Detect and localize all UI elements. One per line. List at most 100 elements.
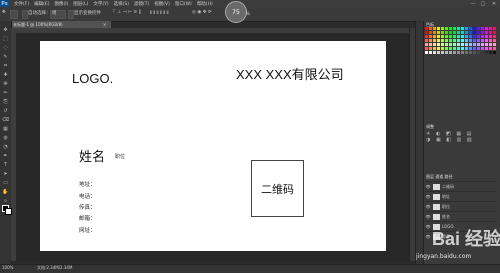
hand-tool-icon[interactable]: ✋ xyxy=(2,188,9,195)
color-swatch[interactable] xyxy=(489,39,492,42)
color-swatch[interactable] xyxy=(469,35,472,38)
color-swatch[interactable] xyxy=(441,51,444,54)
color-swatch[interactable] xyxy=(437,31,440,34)
color-swatch[interactable] xyxy=(461,27,464,30)
adjustments-tab[interactable]: 调整 xyxy=(426,124,434,130)
color-swatch[interactable] xyxy=(477,39,480,42)
color-swatch[interactable] xyxy=(477,47,480,50)
color-swatch[interactable] xyxy=(425,27,428,30)
color-swatch[interactable] xyxy=(473,31,476,34)
color-swatch[interactable] xyxy=(477,43,480,46)
color-swatch[interactable] xyxy=(489,51,492,54)
visibility-icon[interactable]: 👁 xyxy=(425,194,431,199)
color-swatch[interactable] xyxy=(449,47,452,50)
color-swatch[interactable] xyxy=(465,43,468,46)
color-swatch[interactable] xyxy=(429,43,432,46)
color-swatch[interactable] xyxy=(445,39,448,42)
color-swatch[interactable] xyxy=(449,35,452,38)
color-swatch[interactable] xyxy=(425,47,428,50)
adjustment-icons[interactable]: ☀ ◐ ◩ ▦ ▤ ◑ ▣ ◧ ▥ ▧ xyxy=(426,131,496,153)
color-swatch[interactable] xyxy=(453,47,456,50)
color-swatch[interactable] xyxy=(457,35,460,38)
adjustment-icon-row[interactable]: ☀ ◐ ◩ ▦ ▤ ◑ ▣ ◧ ▥ ▧ xyxy=(426,131,474,143)
dodge-tool-icon[interactable]: ◔ xyxy=(2,143,9,150)
close-window-button[interactable]: ✕ xyxy=(489,0,499,7)
align-buttons[interactable]: ⊤ ⊥ ⊣ ⊢ ≡ ‖ xyxy=(112,10,141,15)
layer-row[interactable]: 👁 地址 xyxy=(425,191,497,201)
color-swatch[interactable] xyxy=(461,39,464,42)
color-swatch[interactable] xyxy=(437,43,440,46)
color-swatch[interactable] xyxy=(449,39,452,42)
quick-select-tool-icon[interactable]: ✎ xyxy=(2,53,9,60)
layer-row[interactable]: 👁 二维码 xyxy=(425,181,497,191)
color-swatch[interactable] xyxy=(493,31,496,34)
color-swatch[interactable] xyxy=(425,39,428,42)
color-swatch[interactable] xyxy=(453,31,456,34)
color-swatch[interactable] xyxy=(465,27,468,30)
color-swatch[interactable] xyxy=(461,35,464,38)
color-swatch[interactable] xyxy=(437,27,440,30)
color-swatch[interactable] xyxy=(469,47,472,50)
color-swatch[interactable] xyxy=(433,51,436,54)
lasso-tool-icon[interactable]: ◌ xyxy=(2,44,9,51)
color-swatch[interactable] xyxy=(489,43,492,46)
color-swatch[interactable] xyxy=(425,51,428,54)
color-swatch[interactable] xyxy=(445,31,448,34)
color-swatch[interactable] xyxy=(437,39,440,42)
color-swatch[interactable] xyxy=(465,39,468,42)
color-swatch[interactable] xyxy=(445,35,448,38)
color-swatch[interactable] xyxy=(469,31,472,34)
color-swatch[interactable] xyxy=(469,51,472,54)
type-tool-icon[interactable]: T xyxy=(2,161,9,168)
tool-preset-dropdown[interactable] xyxy=(10,10,18,19)
path-select-tool-icon[interactable]: ➤ xyxy=(2,170,9,177)
marquee-tool-icon[interactable]: ⬚ xyxy=(2,35,9,42)
color-swatch[interactable] xyxy=(465,47,468,50)
color-swatch[interactable] xyxy=(493,47,496,50)
move-tool-icon[interactable]: ✥ xyxy=(2,10,6,15)
color-swatch[interactable] xyxy=(477,35,480,38)
color-swatch[interactable] xyxy=(473,27,476,30)
eyedropper-tool-icon[interactable]: ✚ xyxy=(2,71,9,78)
color-swatch[interactable] xyxy=(429,39,432,42)
visibility-icon[interactable]: 👁 xyxy=(425,184,431,189)
color-swatch[interactable] xyxy=(469,27,472,30)
visibility-icon[interactable]: 👁 xyxy=(425,224,431,229)
gradient-tool-icon[interactable]: ▦ xyxy=(2,125,9,132)
color-swatch[interactable] xyxy=(445,51,448,54)
color-swatch[interactable] xyxy=(429,47,432,50)
color-swatch[interactable] xyxy=(477,31,480,34)
color-swatch[interactable] xyxy=(485,31,488,34)
color-swatch[interactable] xyxy=(433,31,436,34)
move-tool-icon[interactable]: ✥ xyxy=(2,26,9,33)
color-swatch[interactable] xyxy=(473,39,476,42)
color-swatch[interactable] xyxy=(473,47,476,50)
color-swatch[interactable] xyxy=(437,51,440,54)
color-swatch[interactable] xyxy=(457,51,460,54)
color-swatch[interactable] xyxy=(457,47,460,50)
color-swatch[interactable] xyxy=(429,35,432,38)
color-swatch[interactable] xyxy=(481,31,484,34)
color-swatch[interactable] xyxy=(441,31,444,34)
color-swatch[interactable] xyxy=(445,27,448,30)
color-swatch[interactable] xyxy=(461,43,464,46)
color-swatch[interactable] xyxy=(457,31,460,34)
color-swatch[interactable] xyxy=(453,43,456,46)
shape-tool-icon[interactable]: ▭ xyxy=(2,179,9,186)
color-swatch[interactable] xyxy=(449,27,452,30)
color-swatch[interactable] xyxy=(445,43,448,46)
layers-panel-tabs[interactable]: 图层 通道 路径 xyxy=(426,174,453,180)
color-swatch[interactable] xyxy=(429,31,432,34)
color-swatch[interactable] xyxy=(477,27,480,30)
color-swatch[interactable] xyxy=(457,39,460,42)
color-swatch[interactable] xyxy=(485,39,488,42)
color-swatch[interactable] xyxy=(481,35,484,38)
visibility-icon[interactable]: 👁 xyxy=(425,214,431,219)
color-swatch[interactable] xyxy=(437,47,440,50)
menu-type[interactable]: 文字(Y) xyxy=(93,1,108,7)
minimize-button[interactable]: — xyxy=(468,0,478,7)
menu-help[interactable]: 帮助(H) xyxy=(197,1,213,7)
color-swatch[interactable] xyxy=(453,35,456,38)
blur-tool-icon[interactable]: ◍ xyxy=(2,134,9,141)
color-swatch[interactable] xyxy=(449,51,452,54)
